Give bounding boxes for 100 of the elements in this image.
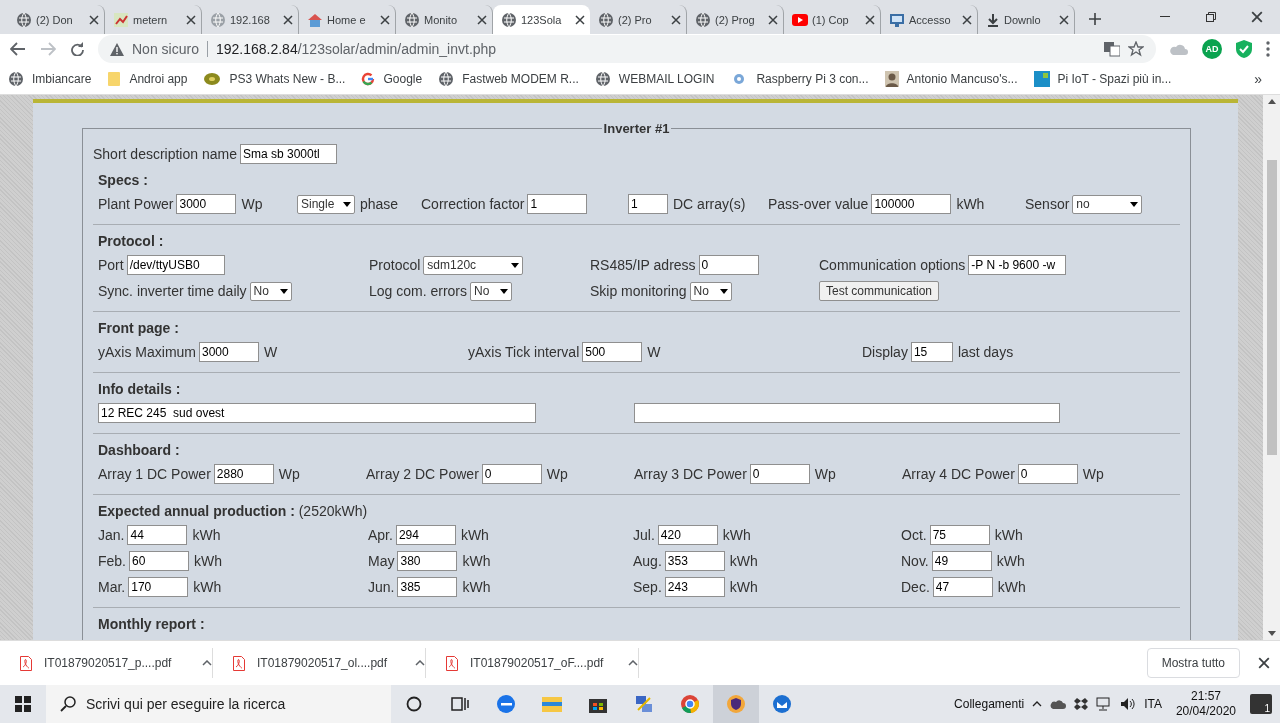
input-field[interactable]: 500 [582, 342, 643, 362]
translate-icon[interactable] [1104, 41, 1120, 57]
tab-close-icon[interactable] [768, 14, 778, 25]
input-field[interactable]: 294 [395, 525, 456, 545]
scrollbar[interactable] [1263, 95, 1280, 640]
input-field[interactable]: 420 [657, 525, 718, 545]
mail-app-icon[interactable] [772, 694, 792, 714]
star-icon[interactable] [1128, 41, 1144, 57]
input-field[interactable]: 75 [929, 525, 990, 545]
input-field[interactable]: 0 [749, 464, 810, 484]
input-field[interactable]: 243 [664, 577, 725, 597]
circle-icon[interactable] [406, 696, 422, 712]
bookmark-link[interactable]: Imbiancare [32, 72, 92, 86]
bookmark-link[interactable]: PS3 Whats New - B... [229, 72, 346, 86]
caret-icon[interactable] [628, 660, 638, 666]
input-field[interactable]: /dev/ttyUSB0 [126, 255, 225, 275]
download-item[interactable]: IT01879020517_oF....pdf [426, 648, 639, 678]
caret-icon[interactable] [202, 660, 212, 666]
tab-close-icon[interactable] [962, 14, 972, 25]
back-icon[interactable] [10, 42, 26, 56]
input-field[interactable]: 380 [397, 551, 458, 571]
bookmark-link[interactable]: Antonio Mancuso's... [906, 72, 1018, 86]
network-icon[interactable] [1096, 697, 1113, 711]
shield-app-icon[interactable] [726, 694, 746, 714]
language-label[interactable]: ITA [1144, 697, 1162, 711]
close-icon[interactable] [1258, 657, 1270, 669]
input-field[interactable]: 3000 [176, 194, 237, 214]
input-field[interactable]: 44 [127, 525, 188, 545]
task-view-icon[interactable] [451, 696, 469, 712]
select-field[interactable]: sdm120c [423, 255, 524, 275]
folder-icon[interactable] [542, 696, 562, 712]
network-icon[interactable] [634, 694, 654, 714]
download-item[interactable]: IT01879020517_p....pdf [0, 648, 213, 678]
input-field[interactable]: 170 [128, 577, 189, 597]
download-item[interactable]: IT01879020517_ol....pdf [213, 648, 426, 678]
tab-close-icon[interactable] [477, 14, 487, 25]
pdf-icon [20, 655, 32, 671]
more-bookmarks[interactable]: » [1254, 71, 1262, 87]
scroll-thumb[interactable] [1266, 160, 1277, 455]
address-bar[interactable]: Non sicuro 192.168.2.84/123solar/admin/admin_invt.php [98, 35, 1156, 63]
bookmark-link[interactable]: WEBMAIL LOGIN [618, 72, 715, 86]
scroll-down-icon[interactable] [1267, 631, 1276, 636]
input-field[interactable]: 100000 [871, 194, 952, 214]
input-field[interactable]: 60 [129, 551, 189, 571]
bookmark-link[interactable]: Androi app [129, 72, 188, 86]
input-field[interactable]: Sma sb 3000tl [239, 144, 337, 164]
input-field[interactable]: 0 [698, 255, 759, 275]
dropbox-icon[interactable] [1074, 698, 1089, 710]
new-tab-icon[interactable] [1089, 13, 1101, 25]
select-field[interactable]: Single [297, 194, 355, 214]
taskbar-search[interactable]: Scrivi qui per eseguire la ricerca [46, 685, 391, 723]
input-field[interactable]: 15 [910, 342, 953, 362]
minimize-icon[interactable] [1160, 16, 1170, 18]
caret-icon[interactable] [415, 660, 425, 666]
input-field[interactable]: -P N -b 9600 -w [968, 255, 1067, 275]
scroll-up-icon[interactable] [1267, 99, 1276, 104]
input-field[interactable]: 47 [932, 577, 993, 597]
show-all-button[interactable]: Mostra tutto [1146, 648, 1240, 678]
links-label[interactable]: Collegamenti [954, 697, 1025, 711]
select-field[interactable]: No [470, 281, 513, 301]
tab-close-icon[interactable] [186, 14, 196, 25]
clock[interactable]: 21:57 20/04/2020 [1169, 689, 1242, 719]
menu-icon[interactable] [1266, 41, 1270, 57]
input-field[interactable]: 353 [664, 551, 725, 571]
notification-badge[interactable]: 1 [1250, 694, 1272, 714]
tab-close-icon[interactable] [283, 14, 293, 25]
bookmark-link[interactable]: Raspberry Pi 3 con... [756, 72, 869, 86]
tab-close-icon[interactable] [671, 14, 681, 25]
close-icon[interactable] [1251, 11, 1263, 23]
input-field[interactable] [634, 403, 1060, 423]
select-field[interactable]: no [1072, 194, 1143, 214]
windows-icon[interactable] [15, 696, 31, 712]
cloud-icon[interactable] [1050, 699, 1067, 709]
tab-close-icon[interactable] [575, 14, 585, 25]
input-field[interactable]: 385 [397, 577, 458, 597]
shield-icon[interactable] [1236, 40, 1252, 58]
tab-close-icon[interactable] [865, 14, 875, 25]
reload-icon[interactable] [70, 42, 84, 56]
input-field[interactable]: 0 [481, 464, 542, 484]
input-field[interactable]: 0 [1017, 464, 1078, 484]
bookmark-link[interactable]: Google [383, 72, 423, 86]
input-field[interactable]: 3000 [199, 342, 259, 362]
tab-close-icon[interactable] [380, 14, 390, 25]
test-button[interactable]: Test communication [819, 281, 940, 301]
select-field[interactable]: No [689, 281, 732, 301]
input-field[interactable]: 49 [931, 551, 992, 571]
tab-close-icon[interactable] [1059, 14, 1069, 25]
browser-tab[interactable]: 123Sola [493, 5, 590, 34]
speaker-icon[interactable] [1120, 697, 1137, 711]
input-field[interactable]: 1 [628, 194, 668, 214]
chrome-icon[interactable] [680, 694, 700, 714]
input-field[interactable]: 12 REC 245 sud ovest [98, 403, 536, 423]
chevron-up-icon[interactable] [1032, 701, 1043, 707]
input-field[interactable]: 1 [527, 194, 588, 214]
input-field[interactable]: 2880 [213, 464, 274, 484]
select-field[interactable]: No [249, 281, 292, 301]
bookmark-link[interactable]: Pi IoT - Spazi più in... [1057, 72, 1172, 86]
tab-close-icon[interactable] [89, 14, 99, 25]
bookmark-link[interactable]: Fastweb MODEM R... [462, 72, 579, 86]
restore-icon[interactable] [1206, 12, 1216, 22]
